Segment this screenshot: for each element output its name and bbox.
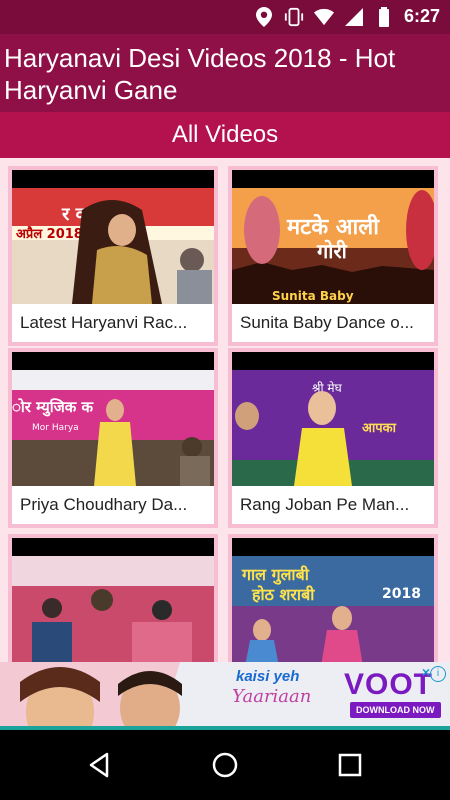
video-title[interactable]: Priya Choudhary Da... — [12, 486, 214, 524]
vibrate-icon — [284, 7, 304, 27]
svg-text:Mor Harya: Mor Harya — [32, 423, 79, 433]
video-card[interactable]: श्री मेघ आपका Rang Joban Pe Man... — [228, 348, 438, 528]
svg-text:गोरी: गोरी — [316, 239, 348, 263]
location-icon — [254, 6, 274, 27]
svg-text:होठ शराबी: होठ शराबी — [251, 585, 315, 604]
app-title: Haryanavi Desi Videos 2018 - Hot Haryanv… — [4, 43, 396, 105]
video-thumbnail[interactable]: ोर म्युजिक क Mor Harya — [12, 352, 214, 486]
svg-text:मटके आली: मटके आली — [286, 213, 380, 240]
video-title[interactable]: Sunita Baby Dance o... — [232, 304, 434, 342]
back-icon[interactable] — [85, 750, 115, 780]
ad-banner[interactable]: kaisi yeh Yaariaan VOOT DOWNLOAD NOW i × — [0, 662, 450, 730]
svg-text:अप्रैल 2018: अप्रैल 2018 — [16, 226, 83, 242]
svg-text:2018: 2018 — [382, 586, 421, 602]
navigation-bar — [0, 730, 450, 800]
video-card[interactable]: र कला अप्रैल 2018 Latest Haryanvi Rac... — [8, 166, 218, 346]
home-icon[interactable] — [210, 750, 240, 780]
section-header: All Videos — [0, 112, 450, 158]
recents-icon[interactable] — [335, 750, 365, 780]
wifi-icon — [313, 7, 334, 27]
video-title[interactable]: Rang Joban Pe Man... — [232, 486, 434, 524]
app-bar: Haryanavi Desi Videos 2018 - Hot Haryanv… — [0, 34, 450, 112]
ad-text-2: Yaariaan — [232, 686, 312, 707]
ad-info-icon[interactable]: i — [430, 666, 446, 682]
ad-brand-logo: VOOT — [344, 668, 434, 701]
video-card[interactable]: गाल गुलाबी होठ शराबी 2018 — [228, 534, 438, 662]
video-title[interactable]: Latest Haryanvi Rac... — [12, 304, 214, 342]
video-thumbnail[interactable]: मटके आली गोरी Sunita Baby — [232, 170, 434, 304]
video-grid[interactable]: र कला अप्रैल 2018 Latest Haryanvi Rac... — [0, 158, 450, 662]
video-card[interactable]: मटके आली गोरी Sunita Baby Sunita Baby Da… — [228, 166, 438, 346]
video-card[interactable]: ोर म्युजिक क Mor Harya Priya Choudhary D… — [8, 348, 218, 528]
svg-text:गाल गुलाबी: गाल गुलाबी — [241, 565, 310, 585]
signal-icon — [344, 7, 364, 27]
svg-text:आपका: आपका — [362, 421, 397, 436]
video-thumbnail[interactable]: गाल गुलाबी होठ शराबी 2018 — [232, 538, 434, 662]
ad-cta-button[interactable]: DOWNLOAD NOW — [350, 702, 441, 718]
status-time: 6:27 — [403, 6, 440, 26]
status-bar: 6:27 — [0, 0, 450, 34]
ad-close-icon[interactable]: × — [422, 664, 430, 680]
video-thumbnail[interactable] — [12, 538, 214, 662]
svg-text:Sunita Baby: Sunita Baby — [272, 289, 354, 303]
svg-text:ोर म्युजिक क: ोर म्युजिक क — [12, 398, 94, 417]
video-card[interactable] — [8, 534, 218, 662]
battery-icon — [374, 6, 394, 27]
ad-text-1: kaisi yeh — [236, 668, 300, 685]
video-thumbnail[interactable]: र कला अप्रैल 2018 — [12, 170, 214, 304]
video-thumbnail[interactable]: श्री मेघ आपका — [232, 352, 434, 486]
